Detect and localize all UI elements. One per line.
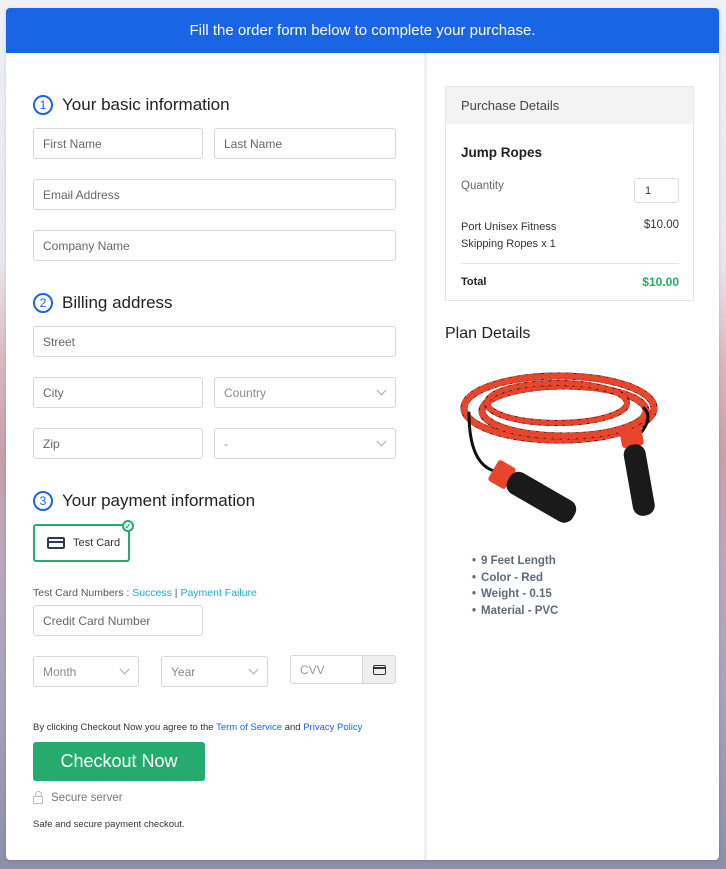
section-title: Your payment information [62,491,256,510]
total-amount: $10.00 [642,275,679,289]
section-title: Your basic information [62,95,230,114]
test-numbers-label: Test Card Numbers : [33,587,133,599]
line-item: Port Unisex Fitness Skipping Ropes x 1 [461,221,557,250]
jump-rope-image [460,372,658,523]
plan-details-title: Plan Details [445,325,531,342]
order-form: 1 Your basic information First Name Last… [6,53,424,860]
test-card-numbers: Test Card Numbers : Success | Payment Fa… [33,587,257,599]
quantity-input[interactable]: 1 [634,178,679,203]
chevron-down-icon [248,664,259,675]
line-item-price: $10.00 [643,219,679,231]
city-input[interactable]: City [33,377,203,408]
credit-card-icon [47,537,65,549]
month-select[interactable]: Month [33,656,139,687]
product-name: Jump Ropes [461,145,543,160]
agreement-and: and [282,722,304,733]
feature-item: 9 Feet Length [472,553,558,570]
quantity-label: Quantity [461,180,504,192]
chevron-down-icon [376,385,387,396]
divider [461,263,679,264]
check-circle-icon: ✓ [122,520,134,532]
purchase-details: Purchase Details Jump Ropes Quantity 1 P… [445,86,694,301]
banner: Fill the order form below to complete yo… [6,8,719,53]
checkout-card: Fill the order form below to complete yo… [6,8,719,860]
privacy-link[interactable]: Privacy Policy [303,722,362,733]
payment-method-test-card[interactable]: Test Card ✓ [33,520,134,562]
cvv-card-addon [362,656,395,683]
secure-label: Secure server [51,792,123,804]
agreement-text: By clicking Checkout Now you agree to th… [33,722,362,733]
first-name-input[interactable]: First Name [33,128,203,159]
purchase-details-header: Purchase Details [446,87,693,124]
year-select[interactable]: Year [161,656,268,687]
success-link[interactable]: Success [132,587,172,599]
lock-icon [33,791,43,804]
safe-note: Safe and secure payment checkout. [33,819,185,830]
payment-failure-link[interactable]: Payment Failure [180,587,256,599]
credit-card-icon [372,664,386,675]
street-input[interactable]: Street [33,326,396,357]
agreement-prefix: By clicking Checkout Now you agree to th… [33,722,217,733]
year-value: Year [171,664,196,679]
feature-item: Color - Red [472,570,558,587]
credit-card-number-input[interactable]: Credit Card Number [33,605,203,636]
chevron-down-icon [119,664,130,675]
section-basic-info: 1 Your basic information [33,95,230,115]
zip-input[interactable]: Zip [33,428,203,459]
chevron-down-icon [376,436,387,447]
payment-method-label: Test Card [73,537,121,549]
plan-features: 9 Feet Length Color - Red Weight - 0.15 … [472,553,558,619]
cvv-group: CVV [290,655,396,684]
step-number: 3 [33,491,53,511]
country-select[interactable]: Country [214,377,396,408]
last-name-input[interactable]: Last Name [214,128,396,159]
cvv-input[interactable]: CVV [291,656,362,683]
month-value: Month [43,664,77,679]
summary-column: Purchase Details Jump Ropes Quantity 1 P… [427,53,719,860]
secure-server: Secure server [33,791,123,804]
state-value: - [224,436,228,451]
company-input[interactable]: Company Name [33,230,396,261]
feature-item: Weight - 0.15 [472,586,558,603]
section-billing: 2 Billing address [33,293,173,313]
section-title: Billing address [62,293,173,312]
section-payment: 3 Your payment information [33,491,255,511]
step-number: 1 [33,95,53,115]
state-select[interactable]: - [214,428,396,459]
total-label: Total [461,276,487,288]
country-value: Country [224,385,267,400]
checkout-now-button[interactable]: Checkout Now [33,742,205,781]
step-number: 2 [33,293,53,313]
email-input[interactable]: Email Address [33,179,396,210]
feature-item: Material - PVC [472,603,558,620]
terms-link[interactable]: Term of Service [216,722,282,733]
